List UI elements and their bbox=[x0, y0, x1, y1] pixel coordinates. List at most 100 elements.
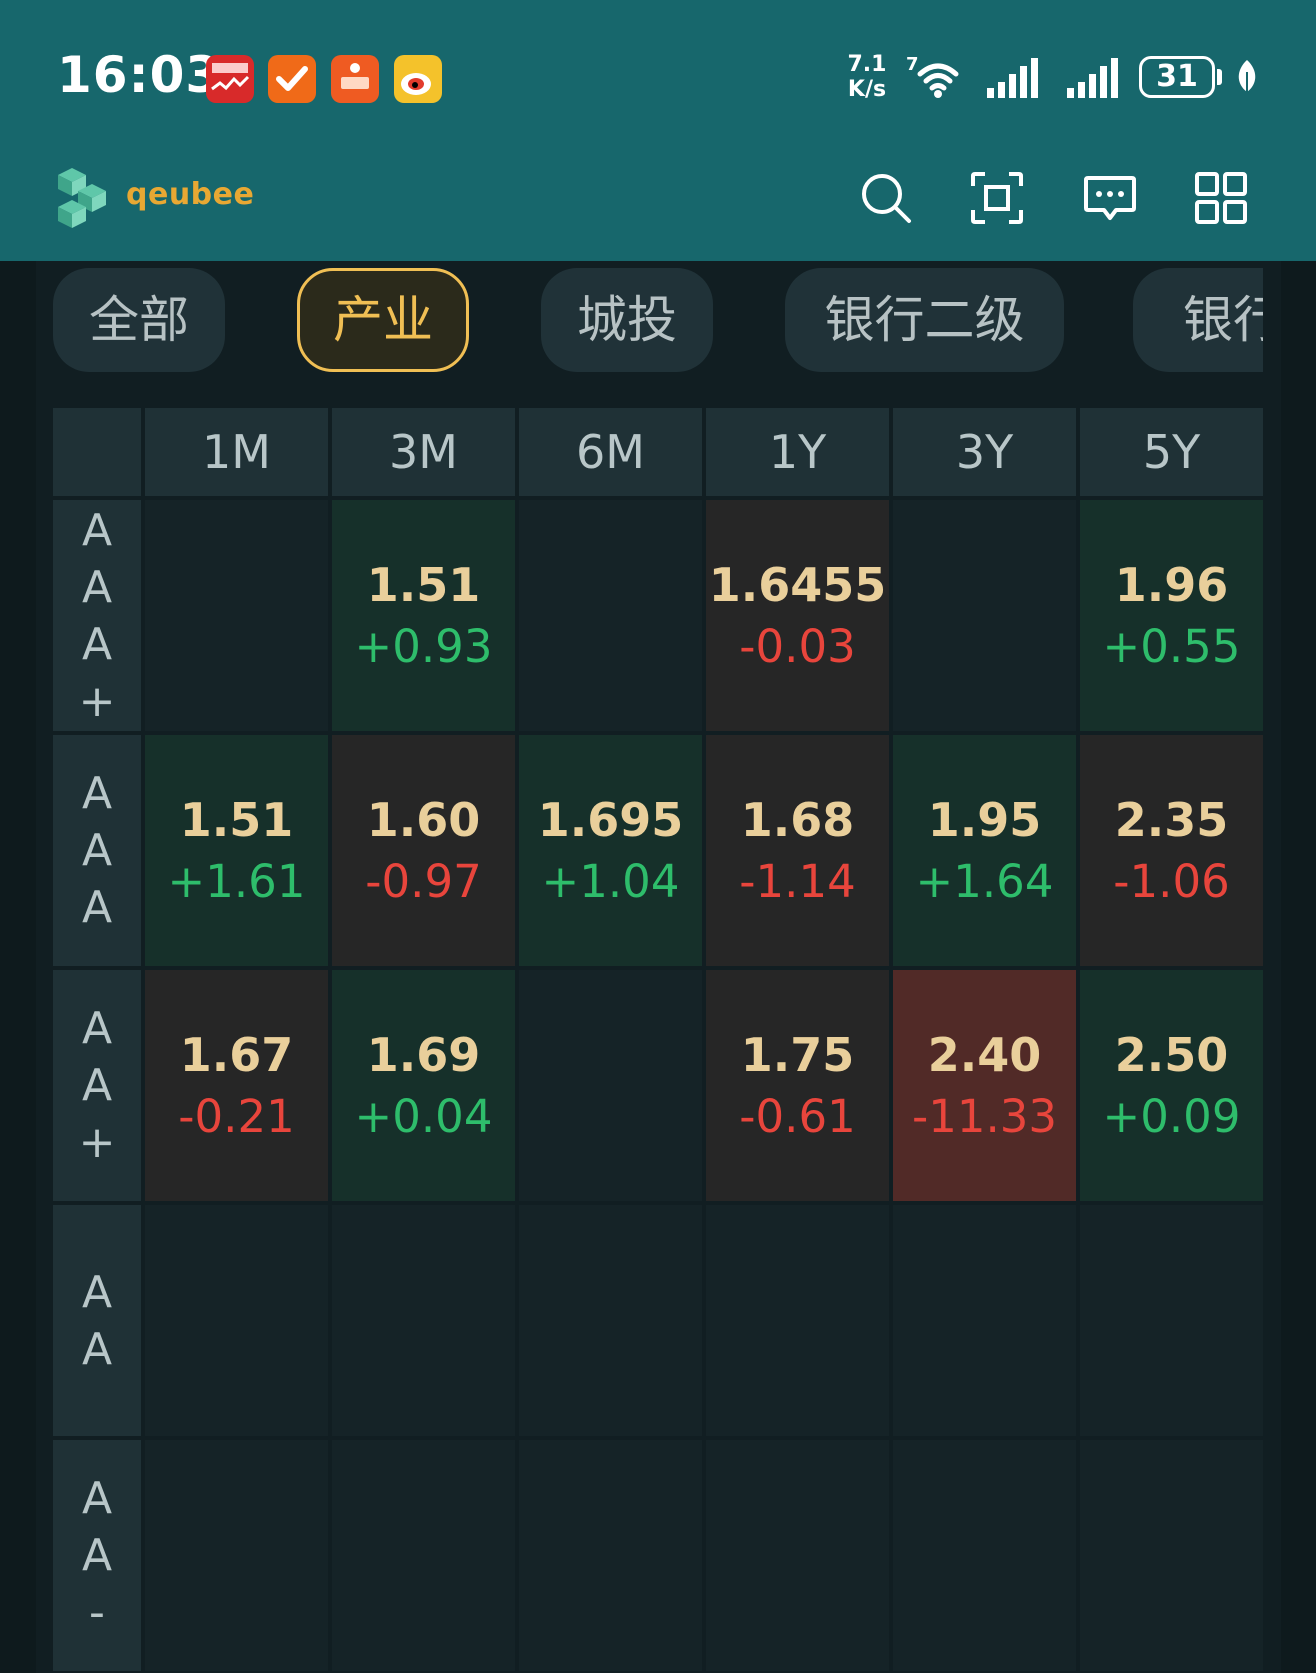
yield-change: +0.09 bbox=[1102, 1089, 1241, 1143]
battery-icon: 31 bbox=[1139, 56, 1215, 98]
table-cell[interactable]: 1.60 -0.97 bbox=[332, 735, 515, 966]
app-header: 16:03 7.1 K/s 7 31 qeubee bbox=[0, 0, 1316, 261]
table-cell bbox=[519, 500, 702, 731]
yield-change: +1.61 bbox=[167, 854, 306, 908]
message-icon[interactable] bbox=[1082, 170, 1138, 226]
table-cell bbox=[706, 1205, 889, 1436]
app-logo-text: qeubee bbox=[126, 177, 255, 212]
yield-change: +0.04 bbox=[354, 1089, 493, 1143]
check-icon bbox=[268, 55, 316, 103]
table-cell[interactable]: 1.51 +0.93 bbox=[332, 500, 515, 731]
rating-char: A bbox=[81, 882, 113, 933]
yield-value: 2.40 bbox=[927, 1027, 1042, 1082]
row-header-rating: A A + bbox=[53, 970, 141, 1201]
row-header-rating: AA - bbox=[53, 1440, 141, 1671]
wifi-icon: 7 bbox=[906, 54, 959, 98]
yield-value: 1.67 bbox=[179, 1027, 294, 1082]
rating-char: A bbox=[81, 1003, 113, 1054]
column-header-6M[interactable]: 6M bbox=[519, 408, 702, 496]
table-cell[interactable]: 1.6455 -0.03 bbox=[706, 500, 889, 731]
yield-value: 2.50 bbox=[1114, 1027, 1229, 1082]
yield-change: +1.04 bbox=[541, 854, 680, 908]
table-cell[interactable]: 1.67 -0.21 bbox=[145, 970, 328, 1201]
yield-change: -1.14 bbox=[739, 854, 856, 908]
stock-app-notification-icon bbox=[206, 55, 254, 103]
yield-change: -1.06 bbox=[1113, 854, 1230, 908]
rating-char: - bbox=[89, 1587, 105, 1638]
table-cell[interactable]: 2.50 +0.09 bbox=[1080, 970, 1263, 1201]
table-cell bbox=[893, 500, 1076, 731]
securities-app-icon bbox=[331, 55, 379, 103]
table-cell[interactable]: 2.40 -11.33 bbox=[893, 970, 1076, 1201]
network-speed: 7.1 K/s bbox=[847, 52, 887, 102]
rating-char: A bbox=[81, 504, 113, 556]
power-saving-leaf-icon bbox=[1238, 60, 1256, 96]
rating-char: A bbox=[81, 768, 113, 819]
yield-value: 1.95 bbox=[927, 792, 1042, 847]
rating-char: A bbox=[81, 1323, 113, 1375]
table-cell bbox=[145, 1440, 328, 1671]
yield-change: -0.21 bbox=[178, 1089, 295, 1143]
row-header-rating: AAA bbox=[53, 735, 141, 966]
table-cell[interactable]: 1.69 +0.04 bbox=[332, 970, 515, 1201]
rating-char: A bbox=[81, 1473, 113, 1524]
status-time: 16:03 bbox=[57, 46, 222, 104]
scan-icon[interactable] bbox=[969, 170, 1025, 226]
table-cell[interactable]: 1.75 -0.61 bbox=[706, 970, 889, 1201]
yield-value: 1.51 bbox=[179, 792, 294, 847]
yield-value: 1.68 bbox=[740, 792, 855, 847]
wifi-label: 7 bbox=[906, 54, 919, 75]
tab-4[interactable]: 银行 bbox=[1133, 268, 1263, 372]
yield-change: -11.33 bbox=[911, 1089, 1058, 1143]
search-icon[interactable] bbox=[858, 170, 914, 226]
table-cell[interactable]: 1.96 +0.55 bbox=[1080, 500, 1263, 731]
yield-value: 1.75 bbox=[740, 1027, 855, 1082]
yield-change: +1.64 bbox=[915, 854, 1054, 908]
table-cell bbox=[145, 500, 328, 731]
table-cell[interactable]: 1.695 +1.04 bbox=[519, 735, 702, 966]
yield-change: -0.97 bbox=[365, 854, 482, 908]
battery-tip bbox=[1217, 69, 1222, 85]
yield-value: 1.60 bbox=[366, 792, 481, 847]
signal-strength-icon bbox=[987, 58, 1038, 98]
table-cell[interactable]: 1.51 +1.61 bbox=[145, 735, 328, 966]
tab-2[interactable]: 城投 bbox=[541, 268, 713, 372]
table-cell bbox=[332, 1440, 515, 1671]
table-cell bbox=[893, 1440, 1076, 1671]
table-cell[interactable]: 2.35 -1.06 bbox=[1080, 735, 1263, 966]
table-cell bbox=[519, 1440, 702, 1671]
yield-change: +0.93 bbox=[354, 619, 493, 673]
column-header-3Y[interactable]: 3Y bbox=[893, 408, 1076, 496]
tab-0[interactable]: 全部 bbox=[53, 268, 225, 372]
rating-char: A bbox=[81, 618, 113, 670]
category-tabs: 全部 产业 城投 银行二级 银行 bbox=[53, 268, 1263, 374]
table-cell[interactable]: 1.95 +1.64 bbox=[893, 735, 1076, 966]
column-header-1Y[interactable]: 1Y bbox=[706, 408, 889, 496]
row-header-rating: A A A + bbox=[53, 500, 141, 731]
grid-menu-icon[interactable] bbox=[1193, 170, 1249, 226]
column-header-1M[interactable]: 1M bbox=[145, 408, 328, 496]
rating-char: A bbox=[81, 1060, 113, 1111]
column-header-5Y[interactable]: 5Y bbox=[1080, 408, 1263, 496]
tab-3[interactable]: 银行二级 bbox=[785, 268, 1064, 372]
yield-value: 2.35 bbox=[1114, 792, 1229, 847]
rating-char: A bbox=[81, 825, 113, 876]
table-cell bbox=[332, 1205, 515, 1436]
rating-char: A bbox=[81, 1530, 113, 1581]
row-header-rating: AA bbox=[53, 1205, 141, 1436]
rating-char: A bbox=[81, 561, 113, 613]
table-cell bbox=[706, 1440, 889, 1671]
yield-value: 1.69 bbox=[366, 1027, 481, 1082]
rating-char: + bbox=[78, 675, 116, 727]
table-cell bbox=[519, 970, 702, 1201]
tab-1[interactable]: 产业 bbox=[297, 268, 469, 372]
table-cell bbox=[1080, 1205, 1263, 1436]
yield-value: 1.51 bbox=[366, 557, 481, 612]
column-header-3M[interactable]: 3M bbox=[332, 408, 515, 496]
rating-char: + bbox=[78, 1117, 116, 1168]
table-cell bbox=[519, 1205, 702, 1436]
status-bar: 16:03 7.1 K/s 7 31 bbox=[0, 0, 1316, 140]
table-cell[interactable]: 1.68 -1.14 bbox=[706, 735, 889, 966]
table-cell bbox=[1080, 1440, 1263, 1671]
weibo-icon bbox=[394, 55, 442, 103]
